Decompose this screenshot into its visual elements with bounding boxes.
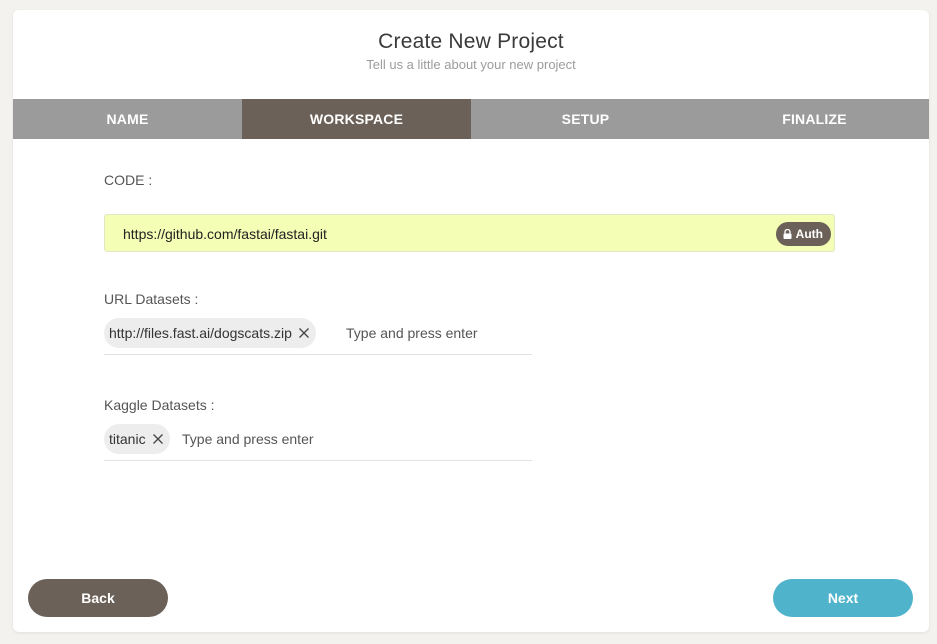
code-repo-url[interactable]: https://github.com/fastai/fastai.git bbox=[123, 226, 327, 242]
dataset-tag: http://files.fast.ai/dogscats.zip bbox=[104, 318, 316, 348]
wizard-steps: NAME WORKSPACE SETUP FINALIZE bbox=[13, 99, 929, 139]
code-repo-field[interactable]: https://github.com/fastai/fastai.git Aut… bbox=[104, 214, 835, 252]
auth-label: Auth bbox=[795, 227, 823, 241]
back-button[interactable]: Back bbox=[28, 579, 168, 617]
dataset-tag-label: titanic bbox=[109, 431, 146, 447]
step-finalize[interactable]: FINALIZE bbox=[700, 99, 929, 139]
dataset-tag: titanic bbox=[104, 424, 170, 454]
step-setup[interactable]: SETUP bbox=[471, 99, 700, 139]
step-name[interactable]: NAME bbox=[13, 99, 242, 139]
create-project-card: Create New Project Tell us a little abou… bbox=[13, 10, 929, 632]
url-datasets-input[interactable]: http://files.fast.ai/dogscats.zip bbox=[104, 317, 532, 355]
page-title: Create New Project bbox=[378, 30, 564, 53]
page-subtitle: Tell us a little about your new project bbox=[366, 57, 576, 72]
next-button[interactable]: Next bbox=[773, 579, 913, 617]
code-label: CODE : bbox=[104, 172, 153, 188]
url-datasets-label: URL Datasets : bbox=[104, 291, 199, 307]
dataset-tag-label: http://files.fast.ai/dogscats.zip bbox=[109, 325, 292, 341]
kaggle-datasets-input[interactable]: titanic bbox=[104, 423, 532, 461]
kaggle-datasets-label: Kaggle Datasets : bbox=[104, 397, 215, 413]
kaggle-datasets-text-input[interactable] bbox=[182, 423, 362, 454]
close-icon[interactable] bbox=[152, 433, 164, 445]
close-icon[interactable] bbox=[298, 327, 310, 339]
url-datasets-text-input[interactable] bbox=[346, 317, 526, 348]
auth-button[interactable]: Auth bbox=[775, 222, 831, 246]
step-workspace[interactable]: WORKSPACE bbox=[242, 99, 471, 139]
lock-icon bbox=[783, 229, 792, 239]
